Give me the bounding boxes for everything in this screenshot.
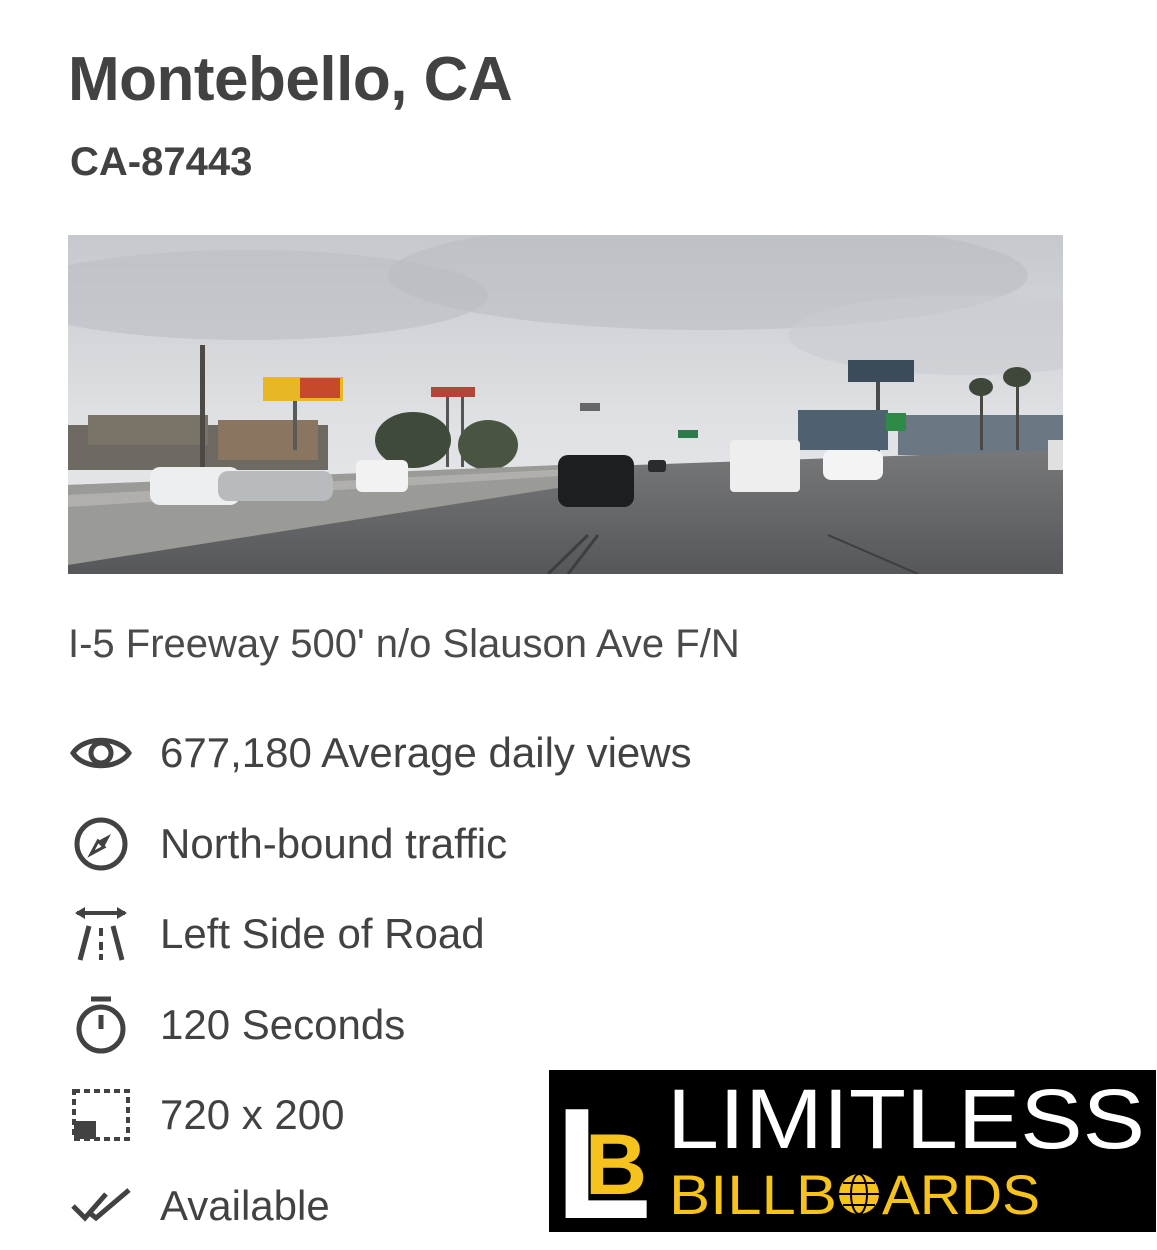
limitless-billboards-logo: L B LIMITLESS BILLB ARDS xyxy=(549,1070,1156,1250)
daily-views-label: 677,180 Average daily views xyxy=(160,729,692,776)
feature-road-side: Left Side of Road xyxy=(68,904,485,964)
logo-line2-end: ARDS xyxy=(882,1163,1040,1226)
logo-line2-start: BILLB xyxy=(669,1163,837,1226)
page-title: Montebello, CA xyxy=(68,45,513,114)
feature-traffic-direction: North-bound traffic xyxy=(68,814,507,874)
logo-line1: LIMITLESS xyxy=(667,1072,1145,1166)
feature-dimensions: 720 x 200 xyxy=(68,1085,345,1145)
billboard-photo[interactable] xyxy=(68,235,1063,574)
feature-duration: 120 Seconds xyxy=(68,995,405,1055)
logo-monogram-b: B xyxy=(585,1117,647,1213)
listing-code: CA-87443 xyxy=(70,140,253,184)
compass-icon xyxy=(68,814,134,874)
double-check-icon xyxy=(68,1176,134,1236)
feature-availability: Available xyxy=(68,1176,330,1236)
dimensions-label: 720 x 200 xyxy=(160,1091,345,1138)
globe-icon xyxy=(839,1173,879,1215)
eye-icon xyxy=(68,723,134,783)
location-address: I-5 Freeway 500' n/o Slauson Ave F/N xyxy=(68,622,740,666)
traffic-direction-label: North-bound traffic xyxy=(160,820,508,867)
duration-label: 120 Seconds xyxy=(160,1001,406,1048)
feature-daily-views: 677,180 Average daily views xyxy=(68,723,692,783)
dimensions-icon xyxy=(68,1085,134,1145)
road-side-icon xyxy=(68,904,134,964)
stopwatch-icon xyxy=(68,995,134,1055)
road-side-label: Left Side of Road xyxy=(160,910,485,957)
availability-label: Available xyxy=(160,1182,330,1229)
